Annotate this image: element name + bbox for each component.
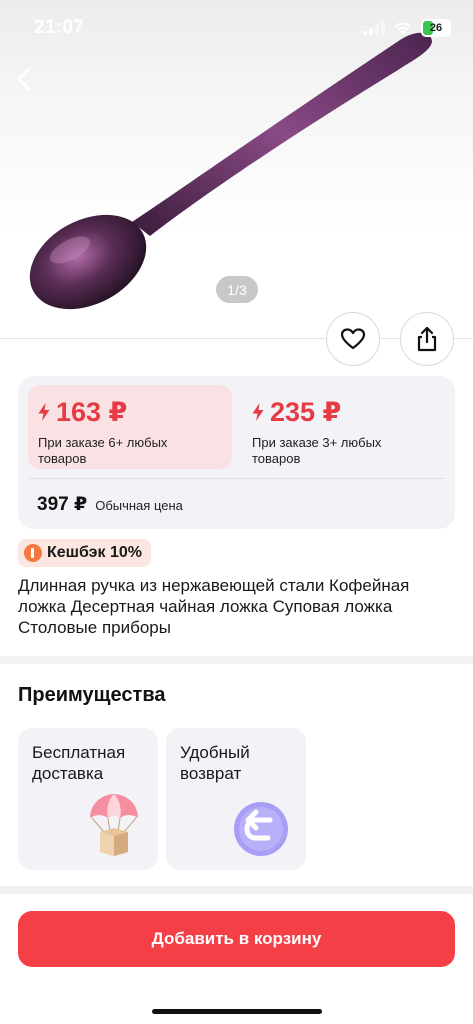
status-bar: 21:07 26 [0,0,473,58]
favorite-button[interactable] [326,312,380,366]
cashback-icon [24,544,42,562]
bulk-offer-3-plus[interactable]: 235 ₽ При заказе 3+ любых товаров [242,385,446,469]
gallery-pager: 1/3 [216,276,258,303]
share-button[interactable] [400,312,454,366]
regular-price: 397 ₽ [37,494,88,515]
price-card: 163 ₽ При заказе 6+ любых товаров 235 ₽ … [18,376,455,529]
regular-price-label: Обычная цена [95,498,183,513]
back-button[interactable] [10,64,40,94]
divider [28,478,445,479]
parachute-box-icon [90,794,138,856]
heart-icon [340,328,366,350]
bulk-offer-6-plus[interactable]: 163 ₽ При заказе 6+ любых товаров [28,385,232,469]
offer-condition: При заказе 3+ любых товаров [252,435,382,466]
return-arrow-icon [234,802,288,856]
home-indicator [152,1009,322,1014]
offer-price-value: 235 ₽ [270,397,342,427]
lightning-icon [252,403,264,421]
cashback-badge[interactable]: Кешбэк 10% [18,539,151,567]
benefit-free-delivery[interactable]: Бесплатная доставка [18,728,158,870]
status-time: 21:07 [34,17,85,38]
offer-condition: При заказе 6+ любых товаров [38,435,168,466]
benefits-heading: Преимущества [18,684,166,706]
signal-icon [363,21,385,35]
battery-icon: 26 [421,19,451,37]
benefit-label: Удобный возврат [180,743,250,783]
share-icon [417,326,437,352]
battery-level: 26 [429,22,443,34]
lightning-icon [38,403,50,421]
benefit-label: Бесплатная доставка [32,743,126,783]
wifi-icon [394,21,412,35]
offer-price-value: 163 ₽ [56,397,128,427]
product-title: Длинная ручка из нержавеющей стали Кофей… [18,576,410,637]
section-divider [0,656,473,664]
section-divider [0,886,473,894]
product-gallery[interactable]: 21:07 26 1/3 [0,0,473,340]
offer-price: 163 ₽ [38,397,222,427]
chevron-left-icon [17,67,31,91]
cashback-label: Кешбэк 10% [47,544,142,561]
add-to-cart-button[interactable]: Добавить в корзину [18,911,455,967]
status-icons: 26 [363,19,451,37]
offer-price: 235 ₽ [252,397,436,427]
regular-price-row: 397 ₽ Обычная цена [37,493,183,516]
benefit-easy-return[interactable]: Удобный возврат [166,728,306,870]
